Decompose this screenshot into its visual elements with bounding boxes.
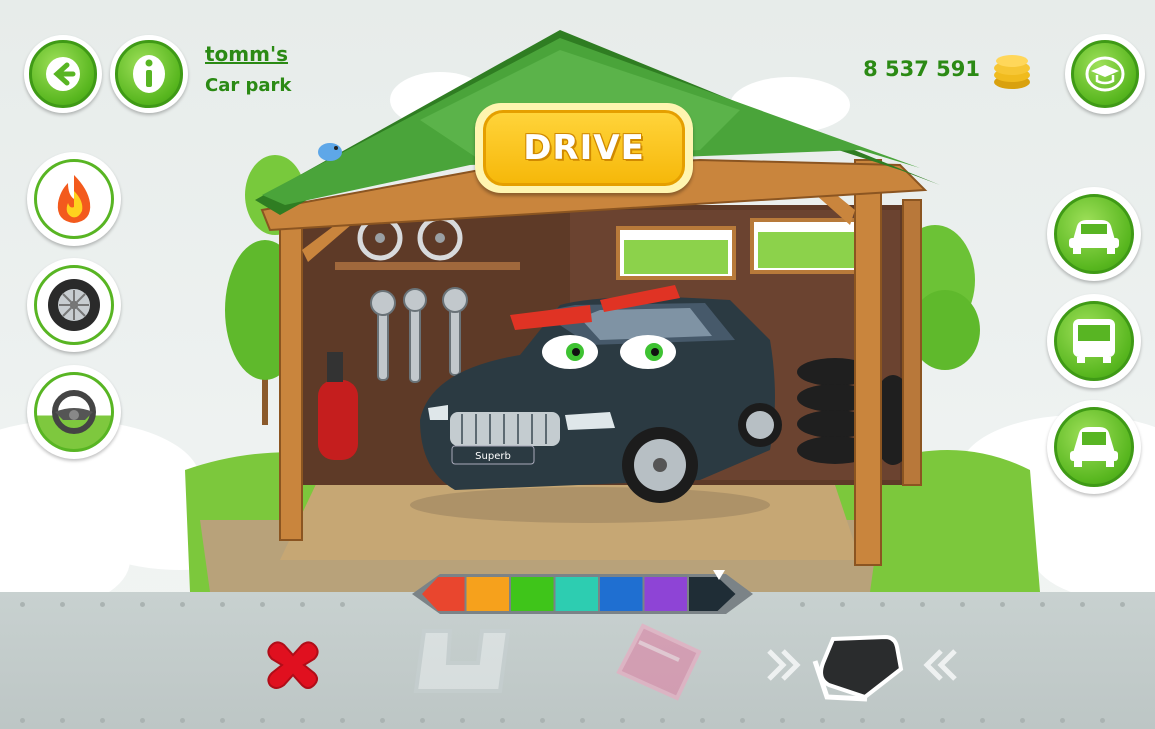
wrench-icons [370, 287, 468, 383]
delete-button[interactable] [262, 633, 324, 695]
bumper-part-button[interactable] [412, 625, 517, 697]
drive-label: DRIVE [523, 128, 645, 168]
car-type-compact-button[interactable] [1047, 400, 1141, 494]
color-palette [412, 570, 753, 614]
chevron-right-icon [767, 649, 801, 681]
color-swatch[interactable] [422, 577, 465, 611]
drive-button[interactable]: DRIVE [475, 103, 693, 193]
coin-stack-icon [994, 55, 1030, 89]
car-type-bus-button[interactable] [1047, 294, 1141, 388]
game-screen: Superb tomm's Car park 8 537 591 DRIVE [0, 0, 1155, 729]
info-icon [132, 54, 165, 93]
bus-icon [1072, 318, 1115, 363]
car-type-sedan-button[interactable] [1047, 187, 1141, 281]
achievements-button[interactable] [1065, 34, 1145, 114]
license-plate: Superb [475, 451, 511, 462]
close-x-icon [267, 641, 319, 689]
wheels-tool-button[interactable] [27, 258, 121, 352]
glass-pane-icon [616, 623, 702, 701]
sedan-icon [1068, 219, 1119, 254]
page-title: Car park [205, 75, 292, 96]
tire-icon [47, 278, 100, 331]
player-name: tomm's [205, 42, 289, 66]
compact-car-icon [1069, 426, 1118, 467]
coin-balance: 8 537 591 [863, 57, 980, 81]
shelf [335, 262, 520, 270]
back-button[interactable] [24, 35, 102, 113]
color-swatch[interactable] [600, 577, 643, 611]
flame-icon [57, 174, 91, 223]
graduation-cap-icon [1085, 56, 1125, 92]
color-swatch[interactable] [555, 577, 599, 611]
color-swatch[interactable] [466, 577, 510, 611]
steering-tool-button[interactable] [27, 365, 121, 459]
bumper-icon [413, 629, 511, 693]
chevron-left-icon [923, 649, 957, 681]
info-button[interactable] [110, 35, 188, 113]
post-left [279, 199, 303, 541]
color-swatch[interactable] [511, 577, 554, 611]
post-right [854, 159, 882, 566]
back-arrow-icon [45, 56, 80, 91]
steering-wheel-icon [51, 389, 96, 434]
window-part-button[interactable] [615, 622, 705, 702]
door-part-button[interactable] [765, 625, 960, 705]
paint-tool-button[interactable] [27, 152, 121, 246]
color-swatch[interactable] [644, 577, 688, 611]
car-door-icon [812, 634, 904, 702]
bird [318, 143, 342, 161]
